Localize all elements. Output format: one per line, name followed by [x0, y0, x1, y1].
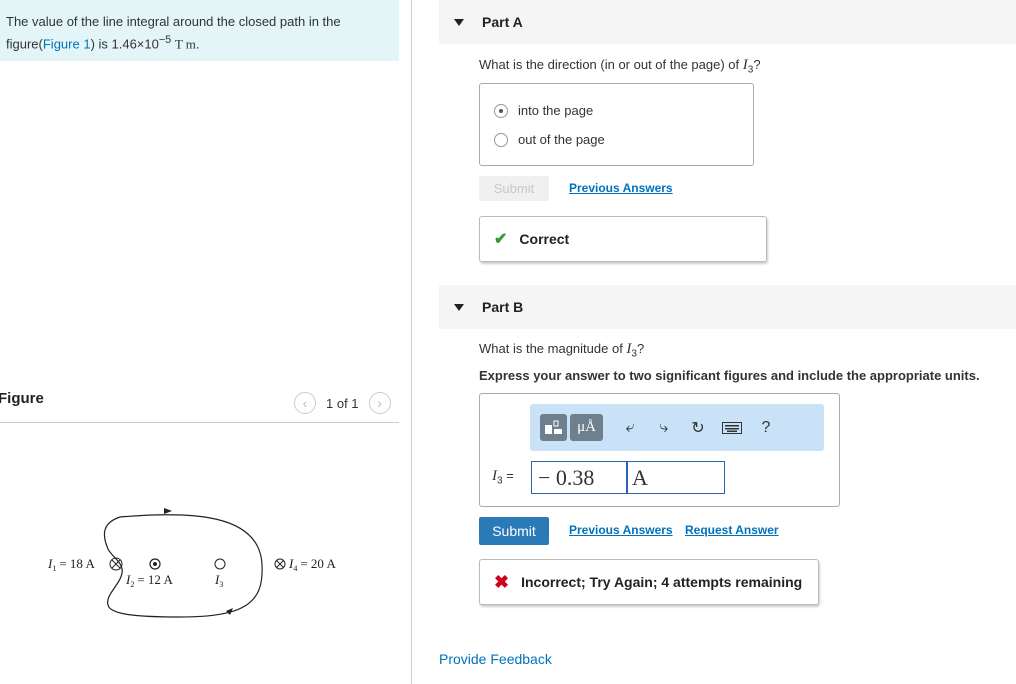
- i1-sub: 1: [52, 564, 56, 573]
- part-a-header[interactable]: Part A: [439, 0, 1016, 44]
- choice-out-of-page[interactable]: out of the page: [494, 125, 739, 154]
- answer-value-input[interactable]: − 0.38: [531, 461, 627, 494]
- svg-text:I1= 18 A: I1 = 18 A: [47, 556, 95, 573]
- collapse-caret-icon[interactable]: [454, 18, 464, 26]
- column-divider: [411, 0, 412, 684]
- part-a-result: ✔ Correct: [479, 216, 767, 262]
- choices-box: into the page out of the page: [479, 83, 754, 166]
- templates-icon[interactable]: [540, 414, 567, 441]
- current-i4-into-icon: [274, 558, 286, 570]
- choice-into-page[interactable]: into the page: [494, 96, 739, 125]
- request-answer-link[interactable]: Request Answer: [685, 523, 779, 537]
- part-b-result: ✖ Incorrect; Try Again; 4 attempts remai…: [479, 559, 819, 605]
- problem-statement: The value of the line integral around th…: [0, 0, 399, 61]
- svg-text:I4= 20 A: I4 = 20 A: [288, 556, 336, 573]
- units-button[interactable]: μÅ: [570, 414, 603, 441]
- i4-value: = 20 A: [300, 556, 336, 571]
- part-a-question: What is the direction (in or out of the …: [479, 57, 761, 76]
- svg-text:I3: I3: [214, 572, 223, 589]
- part-b-submit-button[interactable]: Submit: [479, 517, 549, 545]
- part-a-question-text: What is the direction (in or out of the …: [479, 57, 743, 72]
- radio-selected-icon[interactable]: [494, 103, 508, 118]
- answer-label-eq: =: [506, 468, 514, 483]
- x-mark-icon: ✖: [494, 571, 510, 592]
- figure-navigation: ‹ 1 of 1 ›: [294, 392, 391, 414]
- part-b-instruction: Express your answer to two significant f…: [479, 368, 980, 383]
- radio-unselected-icon[interactable]: [494, 132, 508, 147]
- checkmark-icon: ✔: [494, 231, 508, 248]
- current-i2-out-icon: [149, 558, 161, 570]
- figure-count: 1 of 1: [326, 395, 359, 411]
- part-b-question: What is the magnitude of I3?: [479, 341, 644, 360]
- reset-icon[interactable]: ↻: [681, 414, 715, 441]
- current-i3-unknown-icon: [214, 558, 226, 570]
- i2-value: = 12 A: [137, 572, 173, 587]
- collapse-caret-icon[interactable]: [454, 303, 464, 311]
- part-b-question-text: What is the magnitude of: [479, 341, 627, 356]
- part-a-question-end: ?: [753, 57, 761, 72]
- i3-sub: 3: [219, 580, 223, 589]
- math-toolbar: μÅ ⤶ ⤷ ↻ ?: [530, 404, 824, 451]
- choice-label: into the page: [518, 103, 594, 118]
- part-a-result-text: Correct: [519, 231, 570, 247]
- part-b-title: Part B: [482, 299, 524, 315]
- answer-label-sub: 3: [497, 475, 503, 487]
- provide-feedback-link[interactable]: Provide Feedback: [439, 651, 552, 667]
- figure-diagram: I1 = 18 A I2 = 12 A I3 I4 = 20 A: [47, 508, 336, 618]
- part-b-previous-answers-link[interactable]: Previous Answers: [569, 523, 673, 537]
- answer-label: I3 =: [492, 468, 514, 487]
- problem-exponent: −5: [158, 34, 172, 46]
- i2-sub: 2: [130, 580, 134, 589]
- choice-label: out of the page: [518, 132, 605, 147]
- i4-sub: 4: [293, 564, 297, 573]
- part-b-question-end: ?: [636, 341, 645, 356]
- part-a-title: Part A: [482, 14, 523, 30]
- path-arrow-top: [164, 508, 172, 514]
- figure-divider: [0, 422, 399, 423]
- closed-path: [103, 514, 263, 618]
- chevron-right-icon[interactable]: ›: [368, 392, 391, 414]
- chevron-left-icon[interactable]: ‹: [294, 392, 316, 414]
- part-a-previous-answers-link[interactable]: Previous Answers: [569, 181, 673, 195]
- problem-period: .: [195, 36, 200, 52]
- answer-box: μÅ ⤶ ⤷ ↻ ? I3 = − 0.38 A: [479, 393, 840, 507]
- figure-title: Figure: [0, 390, 44, 407]
- redo-icon[interactable]: ⤷: [647, 414, 681, 441]
- answer-unit-input[interactable]: A: [627, 461, 725, 494]
- part-b-result-text: Incorrect; Try Again; 4 attempts remaini…: [521, 574, 803, 590]
- figure-link[interactable]: Figure 1: [43, 36, 91, 51]
- help-icon[interactable]: ?: [749, 414, 783, 441]
- keyboard-icon[interactable]: [715, 414, 749, 441]
- i1-value: = 18 A: [59, 556, 95, 571]
- problem-units: T m: [174, 36, 196, 52]
- undo-icon[interactable]: ⤶: [613, 414, 647, 441]
- part-a-submit-button[interactable]: Submit: [479, 176, 549, 201]
- svg-text:I2= 12 A: I2 = 12 A: [125, 572, 173, 589]
- problem-text-after: ) is 1.46×10: [90, 36, 159, 52]
- part-b-header[interactable]: Part B: [439, 285, 1016, 329]
